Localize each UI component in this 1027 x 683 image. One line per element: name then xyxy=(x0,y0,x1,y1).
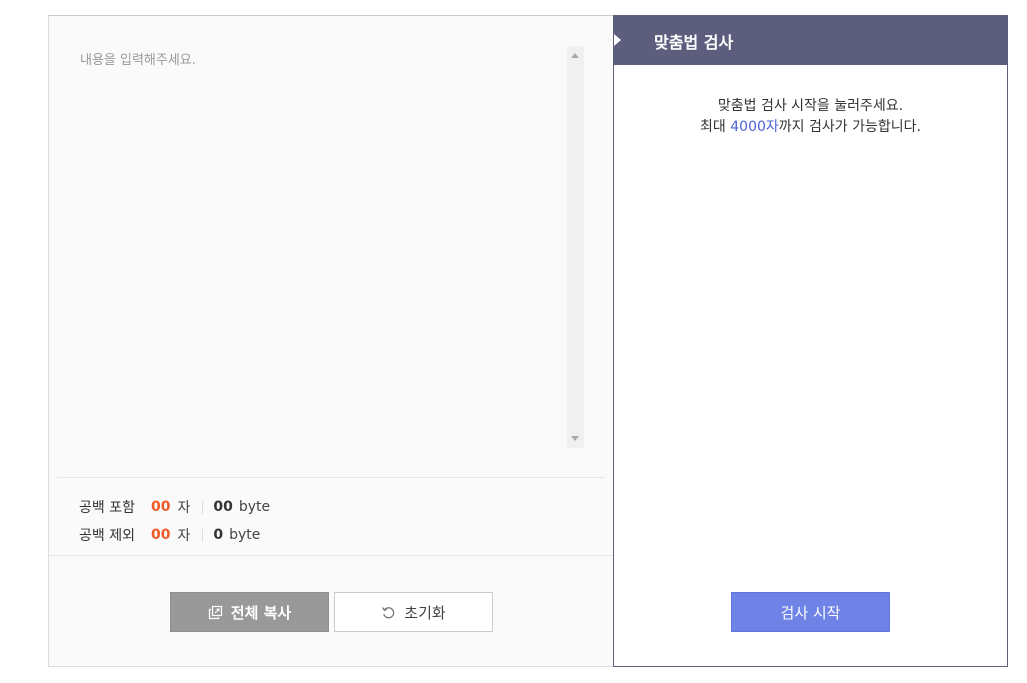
copy-icon xyxy=(208,605,223,620)
guide-line-1: 맞춤법 검사 시작을 눌러주세요. xyxy=(717,98,904,114)
char-count: 00 xyxy=(151,499,171,515)
divider xyxy=(49,555,614,556)
count-label: 공백 제외 xyxy=(79,528,135,544)
spell-check-title: 맞춤법 검사 xyxy=(654,32,734,52)
triangle-right-icon xyxy=(614,34,621,46)
copy-all-button[interactable]: 전체 복사 xyxy=(170,592,329,632)
start-check-button[interactable]: 검사 시작 xyxy=(731,592,890,632)
byte-count: 0 xyxy=(213,527,224,543)
editor-container xyxy=(78,46,584,448)
char-count: 00 xyxy=(151,527,171,543)
byte-count: 00 xyxy=(213,499,233,515)
start-check-label: 검사 시작 xyxy=(780,603,841,622)
divider xyxy=(57,477,605,478)
byte-unit: byte xyxy=(229,527,261,543)
guide-suffix: 까지 검사가 가능합니다. xyxy=(778,119,921,135)
reset-label: 초기화 xyxy=(404,603,446,622)
text-input-panel: 공백 포함 00 자 00 byte 공백 제외 00 자 0 byte 전체 … xyxy=(48,15,614,667)
content-textarea[interactable] xyxy=(78,46,566,448)
count-row-without-spaces: 공백 제외 00 자 0 byte xyxy=(79,521,270,549)
char-unit: 자 xyxy=(177,500,191,516)
copy-all-label: 전체 복사 xyxy=(230,603,292,622)
count-separator xyxy=(202,500,204,514)
character-counts: 공백 포함 00 자 00 byte 공백 제외 00 자 0 byte xyxy=(79,493,270,549)
spell-check-guide: 맞춤법 검사 시작을 눌러주세요. 최대 4000자까지 검사가 가능합니다. xyxy=(614,96,1007,138)
count-separator xyxy=(202,528,204,542)
spell-check-panel: 맞춤법 검사 맞춤법 검사 시작을 눌러주세요. 최대 4000자까지 검사가 … xyxy=(613,15,1008,667)
scroll-up-icon[interactable] xyxy=(571,53,579,58)
guide-line-2: 최대 4000자까지 검사가 가능합니다. xyxy=(614,117,1007,138)
char-limit: 4000자 xyxy=(730,119,779,135)
count-row-with-spaces: 공백 포함 00 자 00 byte xyxy=(79,493,270,521)
char-unit: 자 xyxy=(177,528,191,544)
byte-unit: byte xyxy=(238,499,271,515)
count-label: 공백 포함 xyxy=(79,500,135,516)
spell-check-header: 맞춤법 검사 xyxy=(614,16,1007,65)
refresh-icon xyxy=(381,605,396,620)
reset-button[interactable]: 초기화 xyxy=(334,592,493,632)
guide-prefix: 최대 xyxy=(700,119,731,135)
textarea-scrollbar[interactable] xyxy=(567,46,584,448)
scroll-down-icon[interactable] xyxy=(571,436,579,441)
